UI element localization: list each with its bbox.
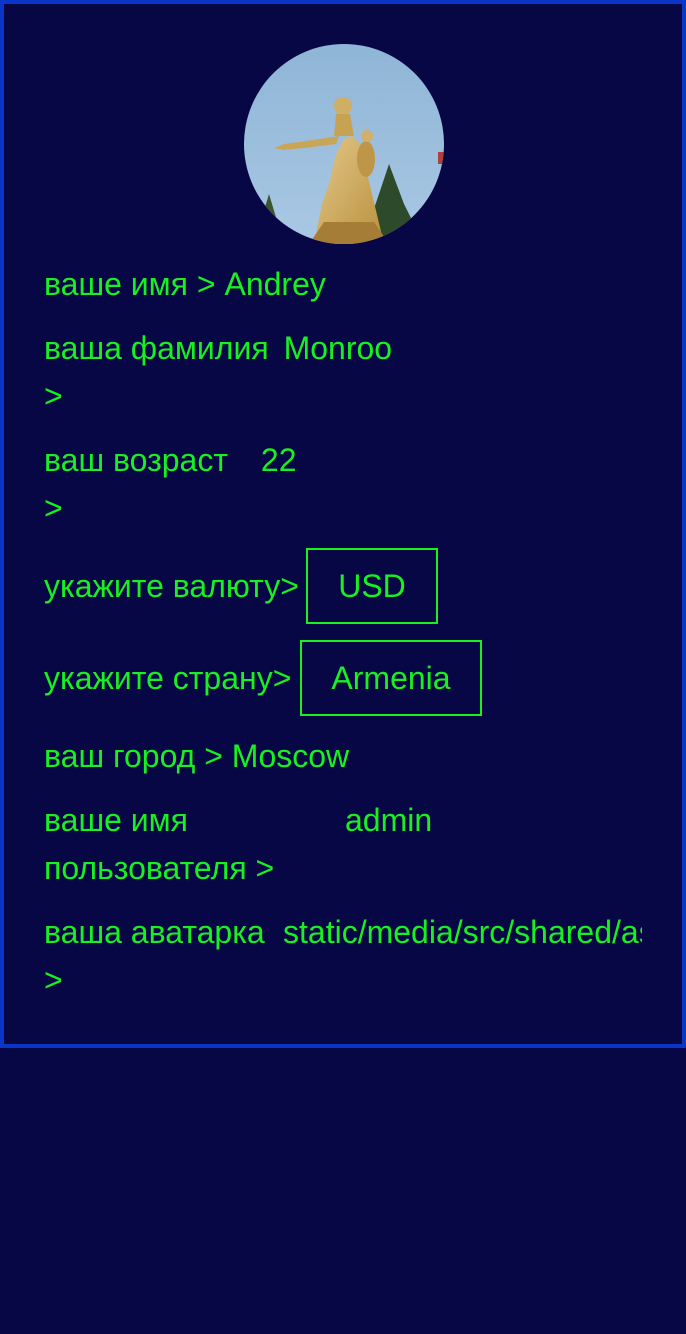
age-label: ваш возраст xyxy=(44,442,228,478)
last-name-arrow: > xyxy=(44,378,63,414)
username-label-line2: пользователя > xyxy=(44,850,275,886)
username-value: admin xyxy=(345,802,433,838)
first-name-value: Andrey xyxy=(224,266,326,302)
currency-select[interactable]: USD xyxy=(306,548,438,624)
username-label-line1: ваше имя xyxy=(44,802,188,838)
age-row: ваш возраст 22 xyxy=(44,436,296,484)
city-label: ваш город > xyxy=(44,738,223,774)
age-arrow: > xyxy=(44,490,63,526)
city-row: ваш город > Moscow xyxy=(44,732,349,780)
last-name-value: Monroo xyxy=(283,330,393,366)
city-value: Moscow xyxy=(231,738,350,774)
avatar-path-arrow: > xyxy=(44,962,63,998)
first-name-row: ваше имя > Andrey xyxy=(44,260,326,308)
avatar xyxy=(244,44,444,244)
avatar-path-label: ваша аватарка xyxy=(44,914,265,950)
first-name-label: ваше имя > xyxy=(44,266,216,302)
country-select[interactable]: Armenia xyxy=(300,640,482,716)
country-label: укажите страну> xyxy=(44,660,292,696)
last-name-row: ваша фамилия Monroo xyxy=(44,324,392,372)
avatar-path-value: static/media/src/shared/assets xyxy=(283,914,642,950)
profile-card: ваше имя > Andrey ваша фамилия Monroo > … xyxy=(0,0,686,1048)
age-value: 22 xyxy=(260,442,297,478)
statue-photo-icon xyxy=(244,44,444,244)
currency-label: укажите валюту> xyxy=(44,568,299,604)
last-name-label: ваша фамилия xyxy=(44,330,269,366)
